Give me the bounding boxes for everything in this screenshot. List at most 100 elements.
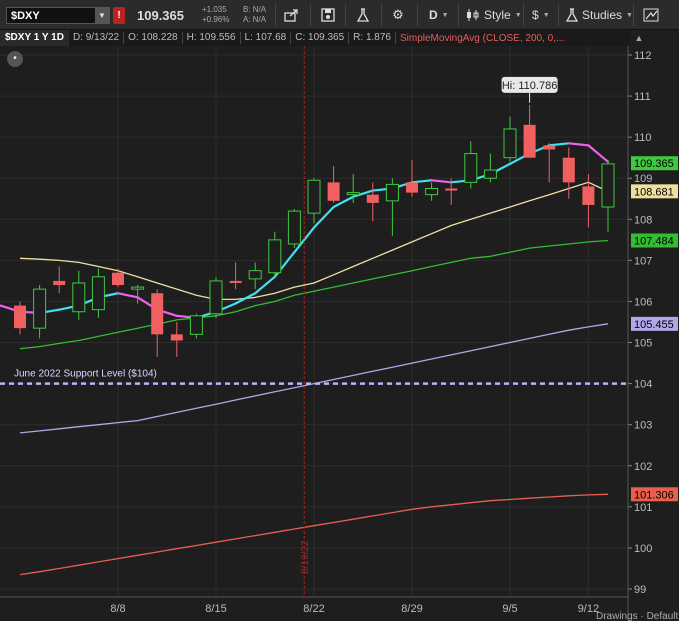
symbol-selector[interactable]: $DXY ▼ — [6, 7, 110, 24]
candle-body — [72, 282, 86, 313]
y-tick-label: 101 — [634, 502, 652, 514]
study-label[interactable]: SimpleMovingAvg (CLOSE, 200, 0,... — [396, 33, 564, 44]
candle-body — [112, 272, 124, 286]
studies-button[interactable]: Studies ▼ — [566, 6, 633, 24]
time-axis: 8/8 8/15 8/22 8/29 9/5 9/12 — [0, 596, 628, 615]
toolbar-divider — [523, 4, 524, 26]
candle-body — [307, 179, 321, 214]
toolbar-divider — [458, 4, 459, 26]
candle-body — [425, 188, 439, 196]
y-tick-label: 112 — [634, 50, 652, 62]
y-tick-label: 100 — [634, 543, 652, 555]
alert-icon[interactable]: ! — [113, 7, 125, 24]
flask-icon[interactable] — [354, 6, 372, 24]
aggregation-button[interactable]: D ▼ — [429, 6, 449, 24]
candle-body — [523, 124, 536, 158]
candle-body — [151, 293, 164, 335]
toolbar-divider — [345, 4, 346, 26]
candle-body — [189, 315, 203, 335]
candle-body — [287, 210, 301, 245]
y-tick-label: 105 — [634, 338, 652, 350]
candle-body — [33, 288, 47, 329]
candle-body — [543, 145, 556, 150]
range-value: R: 1.876 — [349, 32, 396, 44]
candles-icon — [467, 9, 479, 21]
style-button[interactable]: Style ▼ — [466, 6, 522, 24]
date-marker-label: 8/19/22 — [300, 540, 311, 574]
bid-value: B: N/A — [243, 5, 267, 14]
candle-body — [209, 280, 223, 315]
candle-body — [170, 334, 183, 341]
chevron-down-icon[interactable]: ▼ — [95, 8, 109, 23]
date-value: D: 9/13/22 — [69, 32, 125, 44]
y-tick-label: 104 — [634, 379, 652, 391]
bid-ask: B: N/A A: N/A — [243, 5, 266, 25]
candle-body — [327, 182, 340, 201]
chart-toolbar: $DXY ▼ ! 109.365 +1.035 +0.96% B: N/A A:… — [0, 0, 679, 30]
toolbar-divider — [275, 4, 276, 26]
y-tick-label: 103 — [634, 420, 652, 432]
y-tick-label: 108 — [634, 214, 652, 226]
candle-body — [268, 239, 282, 274]
open-value: O: 108.228 — [124, 32, 183, 44]
price-badge-label: 101.306 — [634, 489, 674, 501]
candle-body — [53, 280, 66, 286]
price-badge-label: 107.484 — [634, 236, 674, 248]
gear-icon[interactable]: ⚙ — [389, 6, 407, 24]
candle-body — [445, 188, 458, 191]
high-label: Hi: 110.786 — [502, 80, 557, 92]
y-tick-label: 106 — [634, 296, 652, 308]
candle-body — [483, 169, 497, 179]
candle-body — [562, 157, 575, 183]
candle-body — [248, 270, 262, 280]
price-badge-label: 105.455 — [634, 319, 674, 331]
share-icon[interactable] — [283, 6, 301, 24]
chevron-down-icon: ▼ — [441, 11, 449, 19]
price-badge-label: 109.365 — [634, 158, 674, 170]
candle-body — [91, 276, 105, 311]
high-value: H: 109.556 — [183, 32, 241, 44]
x-tick-label: 8/15 — [205, 603, 226, 615]
candle-body — [385, 183, 399, 202]
candle-body — [464, 153, 478, 183]
flask-icon — [566, 8, 578, 22]
y-tick-label: 107 — [634, 255, 652, 267]
net-change: +1.035 — [202, 5, 227, 14]
toolbar-divider — [558, 4, 559, 26]
toolbar-divider — [417, 4, 418, 26]
price-axis: 99 100 101 102 103 104 105 106 107 108 109 110 111 11… — [627, 46, 678, 621]
price-info-bar: $DXY 1 Y 1D D: 9/13/22 O: 108.228 H: 109… — [0, 30, 630, 46]
price-change: +1.035 +0.96% — [202, 5, 229, 25]
close-value: C: 109.365 — [291, 32, 350, 44]
aggregation-label: D — [429, 8, 438, 22]
x-tick-label: 8/22 — [303, 603, 324, 615]
price-badge-label: 108.681 — [634, 186, 674, 198]
candle-body — [503, 128, 517, 159]
support-label: June 2022 Support Level ($104) — [14, 369, 157, 380]
candle-body — [229, 280, 242, 283]
x-tick-label: 8/29 — [401, 603, 422, 615]
drawings-menu[interactable]: Drawings · Default — [596, 611, 678, 621]
chart-symbol-period[interactable]: $DXY 1 Y 1D — [0, 30, 69, 46]
y-tick-label: 102 — [634, 461, 652, 473]
last-price: 109.365 — [137, 8, 184, 23]
symbol-text[interactable]: $DXY — [7, 10, 95, 22]
toolbar-divider — [633, 4, 634, 26]
scroll-up-icon[interactable]: ▲ — [633, 30, 645, 46]
chevron-down-icon: ▼ — [514, 11, 522, 19]
y-tick-label: 99 — [634, 584, 646, 596]
candle-body — [346, 192, 360, 196]
chevron-down-icon: ▼ — [626, 11, 633, 19]
dollar-icon: $ — [532, 8, 539, 22]
low-value: L: 107.68 — [241, 32, 292, 44]
price-chart[interactable]: 8/19/22 June 2022 Support Level ($104) Hi:… — [0, 46, 679, 621]
currency-button[interactable]: $ ▼ — [532, 6, 550, 24]
chart-settings-icon[interactable]: • — [7, 51, 23, 67]
drawing-tools-icon[interactable] — [641, 6, 661, 24]
y-tick-label: 110 — [634, 132, 652, 144]
candle-body — [14, 305, 26, 329]
y-tick-label: 111 — [634, 91, 651, 103]
studies-label: Studies — [582, 8, 623, 22]
chevron-down-icon: ▼ — [542, 11, 550, 19]
save-icon[interactable] — [319, 6, 337, 24]
